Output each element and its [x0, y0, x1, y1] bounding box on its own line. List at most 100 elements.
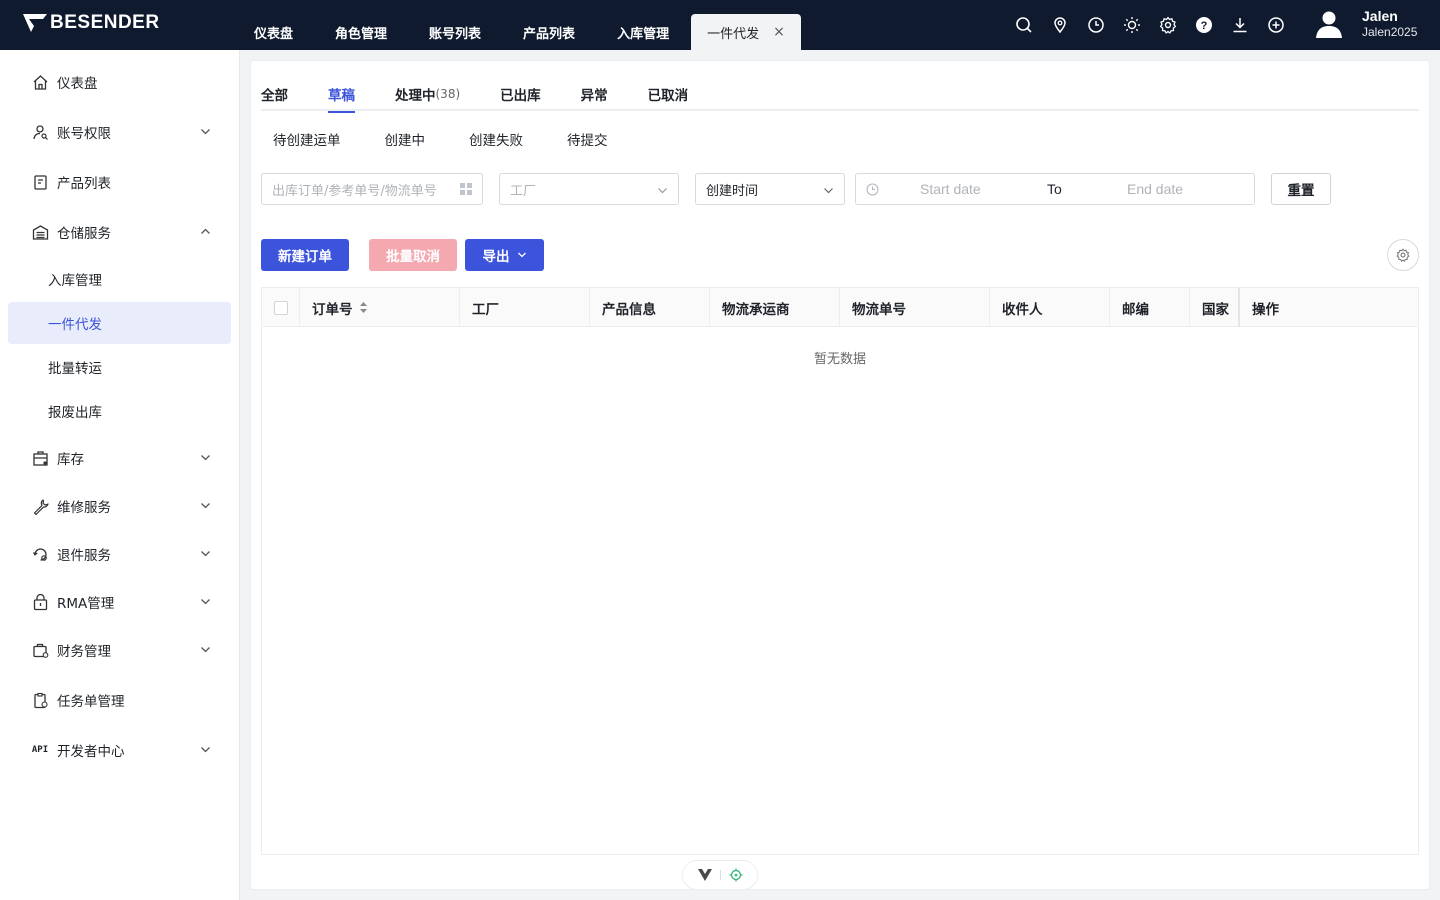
order-search-placeholder: 出库订单/参考单号/物流单号	[272, 183, 437, 199]
top-toolbar: ?	[1012, 13, 1300, 37]
topnav-tab-accounts[interactable]: 账号列表	[409, 14, 501, 50]
chevron-down-icon	[201, 647, 210, 653]
time-type-select[interactable]: 创建时间	[695, 173, 845, 205]
chevron-down-icon	[517, 252, 526, 258]
new-order-button[interactable]: 新建订单	[261, 239, 349, 271]
user-account: Jalen2025	[1362, 25, 1418, 39]
select-all-checkbox[interactable]	[274, 300, 288, 315]
column-label: 国家	[1202, 301, 1229, 318]
gear-icon[interactable]	[1156, 13, 1180, 37]
gear-icon	[1396, 248, 1410, 262]
vue-devtools-icon[interactable]	[697, 869, 712, 881]
tab-label: 处理中	[395, 88, 436, 104]
sidebar-subitem-label: 入库管理	[48, 273, 102, 289]
clock-icon[interactable]	[1084, 13, 1108, 37]
column-header-order-no[interactable]: 订单号	[299, 288, 459, 327]
topnav-tab-dropship[interactable]: 一件代发 ×	[691, 14, 801, 50]
sidebar-item-repair-services[interactable]: 维修服务	[8, 486, 231, 526]
subtab-create-failed[interactable]: 创建失败	[469, 129, 523, 149]
reset-button[interactable]: 重置	[1271, 173, 1331, 205]
chevron-down-icon	[201, 455, 210, 461]
status-tabs: 全部 草稿 处理中 (38) 已出库 异常 已取消	[261, 77, 1419, 113]
sidebar-subitem-label: 一件代发	[48, 317, 102, 333]
finance-icon	[31, 641, 49, 659]
orders-table: 订单号 工厂 产品信息 物流承运商 物流单号 收件人 邮编 国家 操作 暂无数据	[261, 287, 1419, 855]
column-label: 收件人	[1002, 301, 1043, 318]
export-button-label: 导出	[482, 249, 510, 265]
column-header-product-info: 产品信息	[589, 288, 709, 327]
tab-processing[interactable]: 处理中 (38)	[395, 77, 460, 111]
sidebar-item-inventory[interactable]: 库存	[8, 438, 231, 478]
sidebar-item-finance[interactable]: 财务管理	[8, 630, 231, 670]
tab-exception[interactable]: 异常	[581, 77, 608, 111]
batch-cancel-button[interactable]: 批量取消	[369, 239, 457, 271]
order-search-input[interactable]: 出库订单/参考单号/物流单号	[261, 173, 483, 205]
sidebar-item-rma[interactable]: RMA管理	[8, 582, 231, 622]
subtab-creating[interactable]: 创建中	[385, 129, 426, 149]
tab-draft[interactable]: 草稿	[328, 77, 355, 113]
brand-logo[interactable]: BESENDER	[22, 12, 160, 34]
sidebar-item-dashboard[interactable]: 仪表盘	[8, 62, 231, 102]
sidebar-item-products[interactable]: 产品列表	[8, 162, 231, 202]
column-header-actions: 操作	[1238, 288, 1418, 327]
topnav-tab-label: 仪表盘	[254, 26, 294, 42]
sidebar: 仪表盘 账号权限 产品列表 仓储服务 入库管理 一件代发 批量转运 报废出库 库…	[0, 50, 240, 900]
user-key-icon	[31, 123, 49, 141]
search-icon[interactable]	[1012, 13, 1036, 37]
sidebar-item-account-permissions[interactable]: 账号权限	[8, 112, 231, 152]
sidebar-item-label: 财务管理	[57, 644, 111, 660]
divider	[719, 870, 721, 880]
topnav-tab-label: 账号列表	[429, 26, 482, 42]
sidebar-item-label: 产品列表	[57, 176, 111, 192]
target-icon[interactable]	[729, 868, 743, 882]
factory-select-placeholder: 工厂	[510, 183, 537, 199]
sidebar-item-return-services[interactable]: 退件服务	[8, 534, 231, 574]
sub-status-tabs: 待创建运单 创建中 创建失败 待提交	[273, 129, 652, 149]
location-icon[interactable]	[1048, 13, 1072, 37]
column-settings-button[interactable]	[1387, 239, 1419, 271]
tab-all[interactable]: 全部	[261, 77, 288, 111]
download-icon[interactable]	[1228, 13, 1252, 37]
sidebar-item-developer-center[interactable]: API 开发者中心	[8, 730, 231, 770]
factory-select[interactable]: 工厂	[499, 173, 679, 205]
sidebar-item-task-orders[interactable]: 任务单管理	[8, 680, 231, 720]
help-icon[interactable]: ?	[1192, 13, 1216, 37]
sidebar-item-warehouse-services[interactable]: 仓储服务	[8, 212, 231, 252]
tab-cancelled[interactable]: 已取消	[648, 77, 689, 111]
close-icon[interactable]: ×	[773, 24, 785, 40]
clock-icon	[866, 183, 879, 195]
grid-icon[interactable]	[460, 183, 472, 195]
subtab-pending-submit[interactable]: 待提交	[567, 129, 608, 149]
inventory-icon	[31, 449, 49, 467]
sidebar-subitem-batch-transfer[interactable]: 批量转运	[8, 346, 231, 388]
sidebar-item-label: 维修服务	[57, 500, 111, 516]
topnav-tab-products[interactable]: 产品列表	[503, 14, 595, 50]
topnav-tab-roles[interactable]: 角色管理	[315, 14, 407, 50]
user-menu[interactable]: Jalen Jalen2025	[1314, 8, 1417, 40]
sidebar-subitem-dropship[interactable]: 一件代发	[8, 302, 231, 344]
end-date-input[interactable]: End date	[1127, 181, 1183, 197]
table-header: 订单号 工厂 产品信息 物流承运商 物流单号 收件人 邮编 国家 操作	[262, 288, 1418, 327]
topnav-tab-inbound[interactable]: 入库管理	[597, 14, 689, 50]
subtab-pending-waybill[interactable]: 待创建运单	[273, 129, 341, 149]
return-icon	[31, 545, 49, 563]
time-type-value: 创建时间	[706, 183, 759, 199]
sidebar-subitem-scrap-outbound[interactable]: 报废出库	[8, 390, 231, 432]
add-circle-icon[interactable]	[1264, 13, 1288, 37]
column-label: 邮编	[1122, 301, 1149, 318]
tab-label: 草稿	[328, 88, 355, 104]
sidebar-subitem-inbound[interactable]: 入库管理	[8, 258, 231, 300]
floating-toolbar	[682, 860, 758, 890]
export-button[interactable]: 导出	[465, 239, 544, 271]
sun-icon[interactable]	[1120, 13, 1144, 37]
column-label: 操作	[1252, 301, 1279, 318]
task-icon	[31, 691, 49, 709]
start-date-input[interactable]: Start date	[920, 181, 981, 197]
tab-shipped[interactable]: 已出库	[500, 77, 541, 111]
date-range-picker[interactable]: Start date To End date	[855, 173, 1255, 205]
topnav-tab-dashboard[interactable]: 仪表盘	[234, 14, 313, 50]
filter-bar: 出库订单/参考单号/物流单号 工厂 创建时间 Start date To End…	[261, 173, 1421, 205]
sort-icon[interactable]	[359, 301, 368, 314]
home-icon	[31, 73, 49, 91]
api-icon: API	[31, 745, 49, 755]
